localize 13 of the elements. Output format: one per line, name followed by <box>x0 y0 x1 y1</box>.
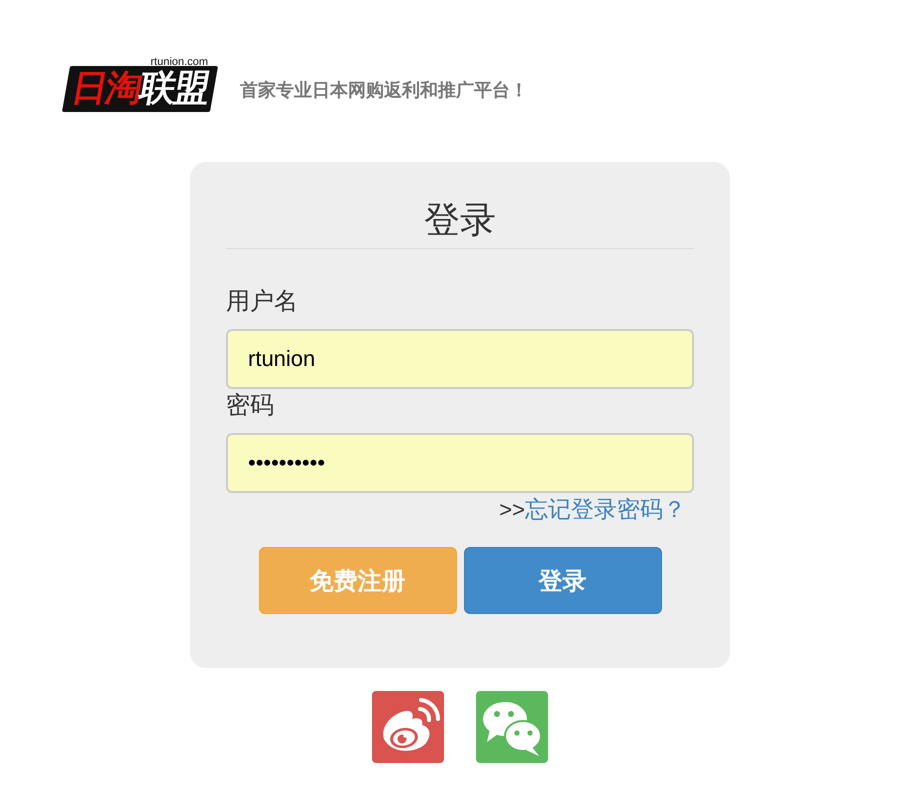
input-field[interactable]: rtunion <box>226 329 694 389</box>
login-title: 登录 <box>424 199 496 242</box>
slogan: 首家专业日本网购返利和推广平台！ <box>240 79 528 102</box>
field-label: 用户名 <box>226 288 298 317</box>
input-field[interactable]: •••••••••• <box>226 433 694 493</box>
chat-bubbles-icon[interactable] <box>476 691 548 763</box>
link-prefix: >> <box>499 496 525 524</box>
login-button[interactable]: 登录 <box>464 547 662 614</box>
logo-domain: rtunion.com <box>150 56 208 68</box>
forgot-password-link[interactable]: 忘记登录密码？ <box>525 493 686 527</box>
eye-waves-icon[interactable] <box>372 691 444 763</box>
field-label: 密码 <box>226 392 274 421</box>
logo-badge[interactable]: 日淘联盟 <box>62 66 218 112</box>
